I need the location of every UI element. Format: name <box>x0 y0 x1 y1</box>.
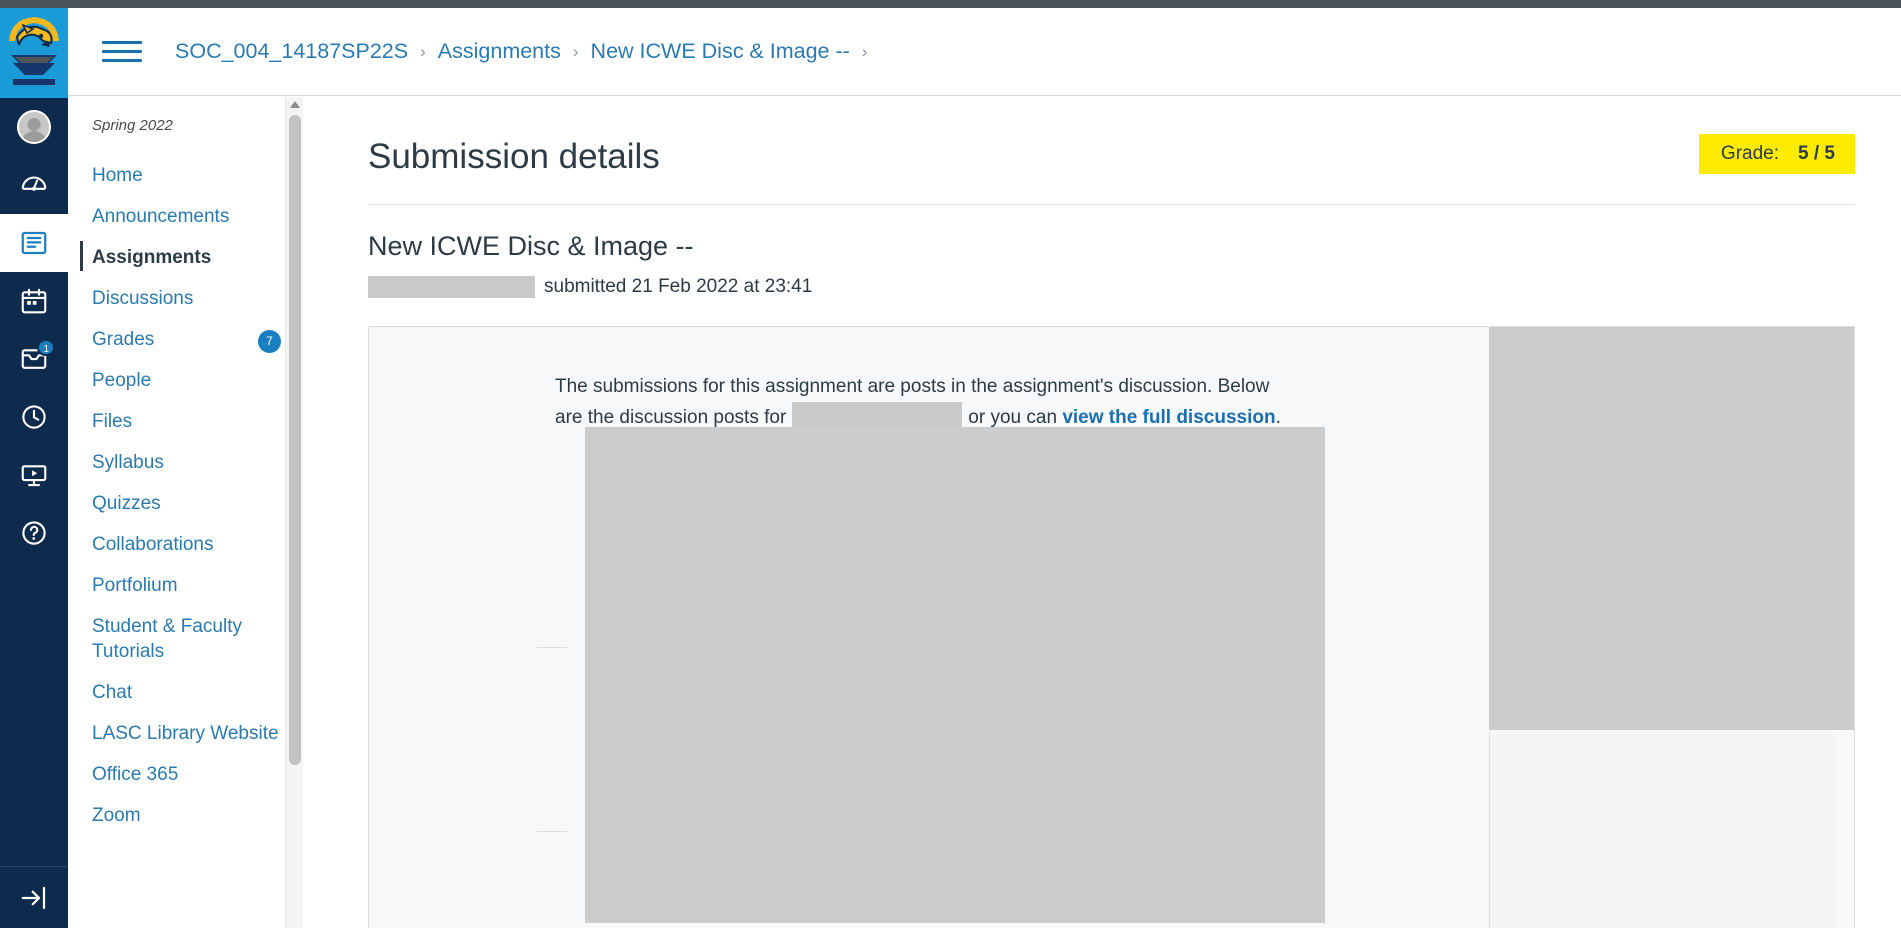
sidebar-item-portfolium[interactable]: Portfolium <box>68 565 303 606</box>
avatar-icon <box>17 110 51 144</box>
sidebar-link-zoom[interactable]: Zoom <box>68 795 303 836</box>
course-navigation: Spring 2022 Home Announcements Assignmen… <box>68 97 303 928</box>
chevron-right-icon: › <box>861 41 868 61</box>
course-nav-list: Home Announcements Assignments Discussio… <box>68 155 303 836</box>
sidebar-link-home[interactable]: Home <box>68 155 303 196</box>
sidebar-link-files[interactable]: Files <box>68 401 303 442</box>
studio-icon <box>21 465 47 487</box>
sidebar-item-lasc-library-website[interactable]: LASC Library Website <box>68 713 303 754</box>
sidebar-item-office-365[interactable]: Office 365 <box>68 754 303 795</box>
sidebar-link-lasc-library-website[interactable]: LASC Library Website <box>68 713 303 754</box>
sidebar-item-student-faculty-tutorials[interactable]: Student & Faculty Tutorials <box>68 606 303 672</box>
global-nav-account[interactable] <box>0 98 68 156</box>
instructions-period: . <box>1275 407 1281 428</box>
sidebar-link-discussions[interactable]: Discussions <box>68 278 303 319</box>
grade-value: 5 / 5 <box>1798 143 1835 164</box>
view-full-discussion-link[interactable]: view the full discussion <box>1062 407 1275 428</box>
canvas-submission-details-page: 1 SOC_004_14187SP22S › Assignments › New… <box>0 0 1901 928</box>
grade-badge: Grade: 5 / 5 <box>1698 134 1855 174</box>
page-header: SOC_004_14187SP22S › Assignments › New I… <box>68 8 1901 96</box>
inbox-unread-badge: 1 <box>37 339 55 356</box>
chevron-right-icon: › <box>420 41 426 61</box>
sidebar-link-announcements[interactable]: Announcements <box>68 196 303 237</box>
breadcrumb-item-course[interactable]: SOC_004_14187SP22S <box>175 39 408 64</box>
sidebar-link-quizzes[interactable]: Quizzes <box>68 483 303 524</box>
global-navigation: 1 <box>0 8 68 928</box>
page-title-row: Submission details Grade: 5 / 5 <box>368 123 1855 179</box>
preview-divider-lower <box>537 831 567 832</box>
calendar-icon <box>21 288 47 314</box>
grade-label: Grade: <box>1720 143 1780 164</box>
sidebar-item-files[interactable]: Files <box>68 401 303 442</box>
lasc-cougar-logo[interactable] <box>0 8 68 98</box>
scroll-up-arrow-icon[interactable] <box>289 101 300 108</box>
collapse-navigation-button[interactable] <box>0 866 68 928</box>
sidebar-link-collaborations[interactable]: Collaborations <box>68 524 303 565</box>
breadcrumb: SOC_004_14187SP22S › Assignments › New I… <box>175 39 879 64</box>
global-nav-studio[interactable] <box>0 446 68 504</box>
preview-divider-upper <box>537 647 567 648</box>
arrow-right-bar-icon <box>21 886 46 909</box>
global-nav-inbox[interactable]: 1 <box>0 330 68 388</box>
global-nav-history[interactable] <box>0 388 68 446</box>
sidebar-link-people[interactable]: People <box>68 360 303 401</box>
sidebar-link-chat[interactable]: Chat <box>68 672 303 713</box>
chevron-right-icon: › <box>572 41 579 61</box>
question-mark-icon <box>22 521 46 545</box>
browser-chrome-strip <box>0 0 1901 8</box>
assignment-title: New ICWE Disc & Image -- <box>368 231 694 261</box>
redacted-discussion-post-content <box>585 427 1325 923</box>
submission-instructions: The submissions for this assignment are … <box>555 372 1295 433</box>
global-nav-courses[interactable] <box>0 214 68 272</box>
instructions-line-2-before: are the discussion posts for <box>555 407 787 428</box>
term-label: Spring 2022 <box>92 117 173 134</box>
courses-icon <box>21 231 47 255</box>
page-title: Submission details <box>368 137 660 176</box>
redacted-student-name <box>368 276 535 298</box>
sidebar-item-assignments[interactable]: Assignments <box>68 237 303 278</box>
submission-preview-panel: The submissions for this assignment are … <box>368 326 1855 928</box>
breadcrumb-item-assignments[interactable]: Assignments <box>438 39 561 64</box>
sidebar-item-home[interactable]: Home <box>68 155 303 196</box>
title-divider <box>368 204 1855 205</box>
global-nav-help[interactable] <box>0 504 68 562</box>
sidebar-link-syllabus[interactable]: Syllabus <box>68 442 303 483</box>
submitted-timestamp: submitted 21 Feb 2022 at 23:41 <box>544 276 813 297</box>
global-nav-calendar[interactable] <box>0 272 68 330</box>
submission-meta: submitted 21 Feb 2022 at 23:41 <box>368 276 1855 298</box>
submission-preview-inner: The submissions for this assignment are … <box>369 327 1854 928</box>
sidebar-scrollbar[interactable] <box>285 97 303 928</box>
redacted-sidebar-block <box>1489 327 1854 730</box>
sidebar-item-zoom[interactable]: Zoom <box>68 795 303 836</box>
sidebar-link-assignments[interactable]: Assignments <box>68 237 303 278</box>
sidebar-link-office-365[interactable]: Office 365 <box>68 754 303 795</box>
global-nav-dashboard[interactable] <box>0 156 68 214</box>
sidebar-item-discussions[interactable]: Discussions <box>68 278 303 319</box>
breadcrumb-item-assignment[interactable]: New ICWE Disc & Image -- <box>591 39 850 64</box>
hamburger-menu-icon[interactable] <box>102 36 142 68</box>
sidebar-link-portfolium[interactable]: Portfolium <box>68 565 303 606</box>
instructions-line-1: The submissions for this assignment are … <box>555 376 1270 397</box>
sidebar-item-announcements[interactable]: Announcements <box>68 196 303 237</box>
sidebar-link-student-faculty-tutorials[interactable]: Student & Faculty Tutorials <box>68 606 303 672</box>
clock-icon <box>22 405 46 429</box>
sidebar-item-collaborations[interactable]: Collaborations <box>68 524 303 565</box>
sidebar-item-syllabus[interactable]: Syllabus <box>68 442 303 483</box>
grades-count-badge: 7 <box>258 330 281 353</box>
instructions-line-2-middle: or you can <box>968 407 1058 428</box>
main-content: Submission details Grade: 5 / 5 New ICWE… <box>304 97 1901 928</box>
sidebar-item-grades[interactable]: Grades 7 <box>68 319 303 360</box>
sidebar-item-chat[interactable]: Chat <box>68 672 303 713</box>
preview-sidebar-lower <box>1489 731 1834 928</box>
sidebar-item-quizzes[interactable]: Quizzes <box>68 483 303 524</box>
scrollbar-thumb[interactable] <box>289 115 301 765</box>
sidebar-item-people[interactable]: People <box>68 360 303 401</box>
dashboard-icon <box>21 176 47 191</box>
redacted-discussion-name <box>792 402 963 428</box>
